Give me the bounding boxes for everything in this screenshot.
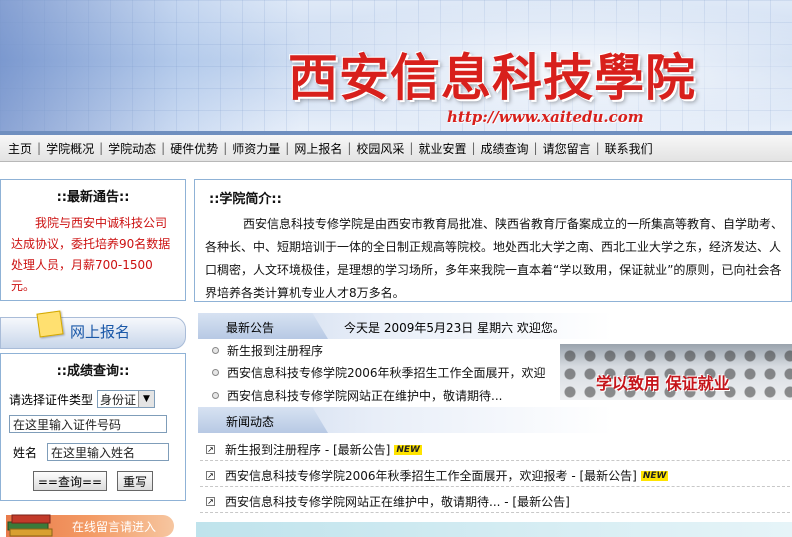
name-row: 姓名 在这里输入姓名 (9, 443, 170, 461)
nav-separator: | (223, 141, 228, 155)
nav-separator: | (471, 141, 476, 155)
id-type-row: 请选择证件类型 身份证 ▼ (9, 390, 156, 408)
announcement-text[interactable]: 新生报到注册程序 (227, 342, 323, 359)
arrow-icon: ↗ (206, 497, 215, 506)
header-banner: 西安信息科技學院 http://www.xaitedu.com (0, 0, 792, 135)
news-title[interactable]: 新闻动态 (226, 413, 274, 430)
announcements-title[interactable]: 最新公告 (226, 319, 274, 336)
school-name: 西安信息科技學院 (288, 48, 696, 107)
news-divider (200, 460, 790, 461)
online-signup-label[interactable]: 网上报名 (70, 321, 130, 342)
nav-link[interactable]: 学院动态 (108, 140, 156, 157)
announcement-item[interactable]: 新生报到注册程序 (212, 342, 323, 359)
news-header: 新闻动态 (198, 407, 790, 433)
nav-separator: | (533, 141, 538, 155)
nav-link[interactable]: 就业安置 (418, 140, 466, 157)
nav-link[interactable]: 主页 (8, 140, 32, 157)
announcements-header: 最新公告 今天是 2009年5月23日 星期六 欢迎您。 (198, 313, 790, 339)
chevron-down-icon[interactable]: ▼ (138, 391, 155, 407)
nav-item-news[interactable]: | 学院动态 (94, 140, 156, 157)
intro-text: 西安信息科技专修学院是由西安市教育局批准、陕西省教育厅备案成立的一所集高等教育、… (205, 217, 784, 300)
new-badge: NEW (394, 444, 422, 455)
news-divider (200, 512, 790, 513)
nav-item-employment[interactable]: | 就业安置 (404, 140, 466, 157)
intro-title: ::学院简介:: (209, 192, 282, 207)
id-number-input[interactable]: 在这里输入证件号码 (9, 415, 167, 433)
notice-text[interactable]: 我院与西安中诚科技公司达成协议，委托培养90名数据处理人员，月薪700-1500… (1, 205, 185, 297)
nav-item-campus[interactable]: | 校园风采 (342, 140, 404, 157)
news-text[interactable]: 西安信息科技专修学院网站正在维护中，敬请期待... - [最新公告] (225, 493, 570, 510)
grade-query-panel: ::成绩查询:: 请选择证件类型 身份证 ▼ 在这里输入证件号码 姓名 在这里输… (0, 353, 186, 501)
notice-panel: ::最新通告:: 我院与西安中诚科技公司达成协议，委托培养90名数据处理人员，月… (0, 179, 186, 301)
name-label: 姓名 (13, 445, 38, 460)
query-button-row: ==查询== 重写 (33, 471, 153, 491)
nav-item-grades[interactable]: | 成绩查询 (466, 140, 528, 157)
grade-query-title: ::成绩查询:: (56, 364, 130, 379)
nav-item-about[interactable]: | 学院概况 (32, 140, 94, 157)
nav-link[interactable]: 联系我们 (605, 140, 653, 157)
nav-item-signup[interactable]: | 网上报名 (280, 140, 342, 157)
sticky-note-icon (36, 310, 64, 338)
name-input[interactable]: 在这里输入姓名 (47, 443, 170, 461)
nav-separator: | (37, 141, 42, 155)
id-type-select[interactable]: 身份证 ▼ (97, 390, 156, 408)
reset-button[interactable]: 重写 (117, 471, 153, 491)
school-url[interactable]: http://www.xaitedu.com (447, 108, 644, 126)
nav-separator: | (161, 141, 166, 155)
nav-link[interactable]: 学院概况 (46, 140, 94, 157)
news-text[interactable]: 西安信息科技专修学院2006年秋季招生工作全面展开，欢迎报考 - [最新公告] (225, 467, 637, 484)
slogan-text: 学以致用 保证就业 (596, 374, 730, 393)
arrow-icon: ↗ (206, 471, 215, 480)
nav-item-hardware[interactable]: | 硬件优势 (156, 140, 218, 157)
nav-link[interactable]: 成绩查询 (481, 140, 529, 157)
nav-link[interactable]: 请您留言 (543, 140, 591, 157)
news-item[interactable]: ↗ 新生报到注册程序 - [最新公告] NEW (206, 441, 422, 458)
announcement-item[interactable]: 西安信息科技专修学院网站正在维护中，敬请期待... (212, 387, 502, 404)
nav-item-home[interactable]: 主页 (8, 140, 32, 157)
announcement-text[interactable]: 西安信息科技专修学院网站正在维护中，敬请期待... (227, 387, 502, 404)
news-item[interactable]: ↗ 西安信息科技专修学院网站正在维护中，敬请期待... - [最新公告] (206, 493, 570, 510)
bullet-icon (212, 369, 219, 376)
query-button[interactable]: ==查询== (33, 471, 107, 491)
online-message-label[interactable]: 在线留言请进入 (72, 518, 156, 535)
news-text[interactable]: 新生报到注册程序 - [最新公告] (225, 441, 390, 458)
bullet-icon (212, 392, 219, 399)
notice-title: ::最新通告:: (56, 190, 130, 205)
nav-separator: | (409, 141, 414, 155)
nav-link[interactable]: 师资力量 (232, 140, 280, 157)
new-badge: NEW (640, 470, 669, 481)
bullet-icon (212, 347, 219, 354)
announcement-item[interactable]: 西安信息科技专修学院2006年秋季招生工作全面展开，欢迎 (212, 364, 546, 381)
nav-link[interactable]: 网上报名 (294, 140, 342, 157)
slogan-banner-image: 学以致用 保证就业 (560, 344, 792, 400)
nav-separator: | (595, 141, 600, 155)
nav-separator: | (347, 141, 352, 155)
nav-separator: | (285, 141, 290, 155)
nav-item-faculty[interactable]: | 师资力量 (218, 140, 280, 157)
books-icon (7, 514, 53, 537)
nav-link[interactable]: 硬件优势 (170, 140, 218, 157)
id-type-label: 请选择证件类型 (9, 392, 94, 407)
nav-item-contact[interactable]: | 联系我们 (591, 140, 653, 157)
nav-separator: | (99, 141, 104, 155)
id-number-row: 在这里输入证件号码 (9, 415, 167, 433)
intro-panel: ::学院简介:: 西安信息科技专修学院是由西安市教育局批准、陕西省教育厅备案成立… (194, 179, 792, 302)
id-type-value: 身份证 (100, 392, 137, 407)
arrow-icon: ↗ (206, 445, 215, 454)
footer-strip (196, 522, 792, 537)
news-item[interactable]: ↗ 西安信息科技专修学院2006年秋季招生工作全面展开，欢迎报考 - [最新公告… (206, 467, 669, 484)
nav-item-message[interactable]: | 请您留言 (529, 140, 591, 157)
today-date: 今天是 2009年5月23日 星期六 欢迎您。 (344, 321, 565, 335)
main-nav: 主页 | 学院概况 | 学院动态 | 硬件优势 | 师资力量 | 网上报名 | 校园风采 |… (0, 135, 792, 162)
news-divider (200, 486, 790, 487)
announcement-text[interactable]: 西安信息科技专修学院2006年秋季招生工作全面展开，欢迎 (227, 364, 546, 381)
nav-link[interactable]: 校园风采 (356, 140, 404, 157)
